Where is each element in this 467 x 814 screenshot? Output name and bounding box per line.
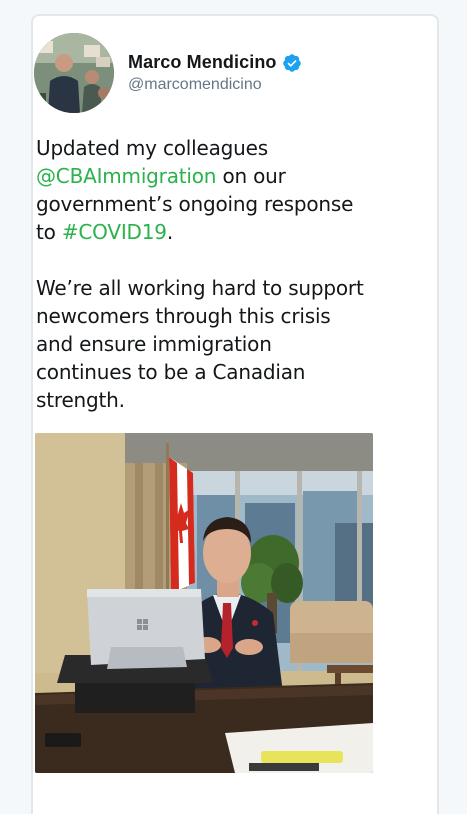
mention-link[interactable]: @CBAImmigration bbox=[36, 164, 216, 188]
author-display-name[interactable]: Marco Mendicino bbox=[128, 52, 277, 73]
photo-icon bbox=[35, 433, 373, 773]
verified-badge-icon bbox=[282, 53, 302, 73]
tweet-text-end: . bbox=[166, 220, 173, 244]
author-names: Marco Mendicino @marcomendicino bbox=[128, 52, 302, 94]
author-handle[interactable]: @marcomendicino bbox=[128, 76, 302, 94]
tweet-photo[interactable] bbox=[35, 433, 373, 773]
avatar[interactable] bbox=[34, 33, 114, 113]
tweet-paragraph-2: We’re all working hard to support newcom… bbox=[36, 276, 364, 412]
tweet-header: Marco Mendicino @marcomendicino bbox=[34, 33, 302, 113]
tweet-paragraph-1: Updated my colleagues @CBAImmigration on … bbox=[36, 134, 372, 246]
name-row: Marco Mendicino bbox=[128, 52, 302, 73]
hashtag-link[interactable]: #COVID19 bbox=[62, 220, 167, 244]
tweet-text-part-1: Updated my colleagues bbox=[36, 136, 268, 160]
avatar-image bbox=[34, 33, 114, 113]
tweet-text: Updated my colleagues @CBAImmigration on … bbox=[36, 134, 372, 414]
